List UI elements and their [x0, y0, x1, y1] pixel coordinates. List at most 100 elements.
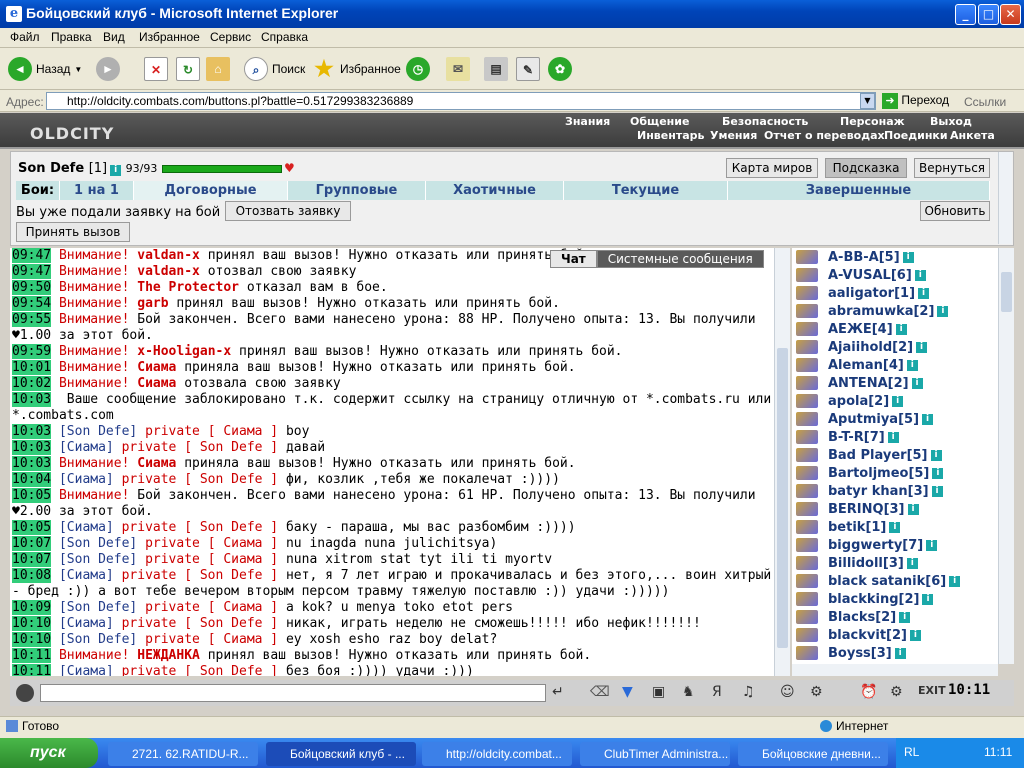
- tab-chat[interactable]: Чат: [550, 250, 597, 268]
- back-button[interactable]: ◄ Назад ▼: [8, 54, 82, 84]
- chat-time[interactable]: 10:02: [12, 376, 52, 391]
- chat-time[interactable]: 09:59: [12, 344, 52, 359]
- tab-contract[interactable]: Договорные: [134, 181, 288, 200]
- user-row[interactable]: aaligator[1] i: [792, 284, 1000, 302]
- user-row[interactable]: Aputmiya[5] i: [792, 410, 1000, 428]
- user-status-icon[interactable]: [796, 448, 818, 462]
- chat-sender[interactable]: [Сиама]: [59, 664, 114, 676]
- user-row[interactable]: BERINQ[3] i: [792, 500, 1000, 518]
- info-icon[interactable]: i: [906, 359, 918, 371]
- user-scroll-thumb[interactable]: [1001, 272, 1012, 312]
- chat-nick[interactable]: Сиама: [137, 376, 176, 391]
- chat-time[interactable]: 10:11: [12, 648, 52, 663]
- user-row[interactable]: A-VUSAL[6] i: [792, 266, 1000, 284]
- chat-nick[interactable]: НЕЖДАНКА: [137, 648, 200, 663]
- user-name[interactable]: Blacks[2]: [828, 610, 896, 625]
- mail-button[interactable]: ✉: [446, 54, 470, 84]
- nav-community[interactable]: Общение: [630, 115, 689, 128]
- address-input[interactable]: http://oldcity.combats.com/buttons.pl?ba…: [46, 92, 876, 110]
- stop-button[interactable]: ✕: [144, 54, 168, 84]
- chat-time[interactable]: 10:07: [12, 552, 52, 567]
- user-name[interactable]: B-T-R[7]: [828, 430, 885, 445]
- user-status-icon[interactable]: [796, 520, 818, 534]
- chat-private-target[interactable]: private [ Сиама ]: [145, 536, 278, 551]
- user-status-icon[interactable]: [796, 574, 818, 588]
- chat-private-target[interactable]: private [ Son Defe ]: [122, 616, 279, 631]
- return-button[interactable]: Вернуться: [914, 158, 990, 178]
- smiley-face-icon[interactable]: [16, 684, 34, 702]
- user-status-icon[interactable]: [796, 322, 818, 336]
- user-row[interactable]: A-BB-A[5] i: [792, 248, 1000, 266]
- tab-1v1[interactable]: 1 на 1: [60, 181, 134, 200]
- user-name[interactable]: abramuwka[2]: [828, 304, 934, 319]
- language-indicator[interactable]: RL: [904, 745, 919, 759]
- chat-time[interactable]: 10:11: [12, 664, 52, 676]
- menu-view[interactable]: Вид: [103, 30, 125, 44]
- chat-time[interactable]: 10:03: [12, 456, 52, 471]
- info-icon[interactable]: i: [914, 269, 926, 281]
- chat-scroll-thumb[interactable]: [777, 348, 788, 648]
- chat-private-target[interactable]: private [ Son Defe ]: [122, 440, 279, 455]
- info-icon[interactable]: i: [899, 611, 911, 623]
- user-row[interactable]: Blacks[2] i: [792, 608, 1000, 626]
- info-icon[interactable]: i: [931, 485, 943, 497]
- user-row[interactable]: ANTENA[2] i: [792, 374, 1000, 392]
- user-status-icon[interactable]: [796, 466, 818, 480]
- user-row[interactable]: Bad Player[5] i: [792, 446, 1000, 464]
- user-name[interactable]: Ajaiihold[2]: [828, 340, 913, 355]
- hint-button[interactable]: Подсказка: [825, 158, 907, 178]
- user-row[interactable]: blackvit[2] i: [792, 626, 1000, 644]
- sound-icon[interactable]: ♫: [742, 684, 755, 700]
- user-status-icon[interactable]: [796, 610, 818, 624]
- chat-sender[interactable]: [Son Defe]: [59, 600, 137, 615]
- user-name[interactable]: ANTENA[2]: [828, 376, 909, 391]
- info-icon[interactable]: i: [916, 341, 928, 353]
- nav-fights[interactable]: Поединки: [884, 129, 948, 142]
- chat-sender[interactable]: [Son Defe]: [59, 536, 137, 551]
- user-status-icon[interactable]: [796, 484, 818, 498]
- close-button[interactable]: ✕: [1000, 4, 1021, 25]
- chat-private-target[interactable]: private [ Сиама ]: [145, 424, 278, 439]
- chat-sender[interactable]: [Сиама]: [59, 472, 114, 487]
- chat-time[interactable]: 10:05: [12, 520, 52, 535]
- menu-tools[interactable]: Сервис: [210, 30, 251, 44]
- send-icon[interactable]: ↵: [552, 684, 564, 700]
- nav-security[interactable]: Безопасность: [722, 115, 808, 128]
- tab-finished[interactable]: Завершенные: [728, 181, 990, 200]
- user-row[interactable]: Boyss[3] i: [792, 644, 1000, 662]
- task-item[interactable]: Бойцовские дневни...: [738, 742, 888, 766]
- user-status-icon[interactable]: [796, 646, 818, 660]
- nav-knowledge[interactable]: Знания: [565, 115, 610, 128]
- nav-exit[interactable]: Выход: [930, 115, 972, 128]
- user-name[interactable]: Aleman[4]: [828, 358, 904, 373]
- start-button[interactable]: пуск: [0, 738, 98, 768]
- info-icon[interactable]: i: [918, 287, 930, 299]
- user-status-icon[interactable]: [796, 502, 818, 516]
- settings-icon[interactable]: ⚙: [810, 684, 823, 700]
- user-row[interactable]: biggwerty[7] i: [792, 536, 1000, 554]
- user-row[interactable]: batyr khan[3] i: [792, 482, 1000, 500]
- info-icon[interactable]: i: [926, 539, 938, 551]
- nav-inventory[interactable]: Инвентарь: [637, 129, 704, 142]
- user-row[interactable]: B-T-R[7] i: [792, 428, 1000, 446]
- user-status-icon[interactable]: [796, 340, 818, 354]
- chat-private-target[interactable]: private [ Сиама ]: [145, 600, 278, 615]
- chat-time[interactable]: 10:10: [12, 632, 52, 647]
- edit-button[interactable]: ✎: [516, 54, 540, 84]
- chat-time[interactable]: 10:05: [12, 488, 52, 503]
- chat-scrollbar[interactable]: [774, 248, 790, 676]
- info-icon[interactable]: i: [892, 395, 904, 407]
- info-icon[interactable]: i: [932, 467, 944, 479]
- chat-nick[interactable]: garb: [137, 296, 168, 311]
- user-name[interactable]: batyr khan[3]: [828, 484, 929, 499]
- chat-time[interactable]: 10:07: [12, 536, 52, 551]
- nav-skills[interactable]: Умения: [710, 129, 757, 142]
- filter-icon[interactable]: ▼: [622, 684, 633, 700]
- chat-private-target[interactable]: private [ Сиама ]: [145, 632, 278, 647]
- chat-time[interactable]: 10:03: [12, 440, 52, 455]
- info-icon[interactable]: i: [911, 377, 923, 389]
- info-icon[interactable]: i: [930, 449, 942, 461]
- info-icon[interactable]: i: [894, 647, 906, 659]
- user-status-icon[interactable]: [796, 250, 818, 264]
- chat-private-target[interactable]: private [ Son Defe ]: [122, 520, 279, 535]
